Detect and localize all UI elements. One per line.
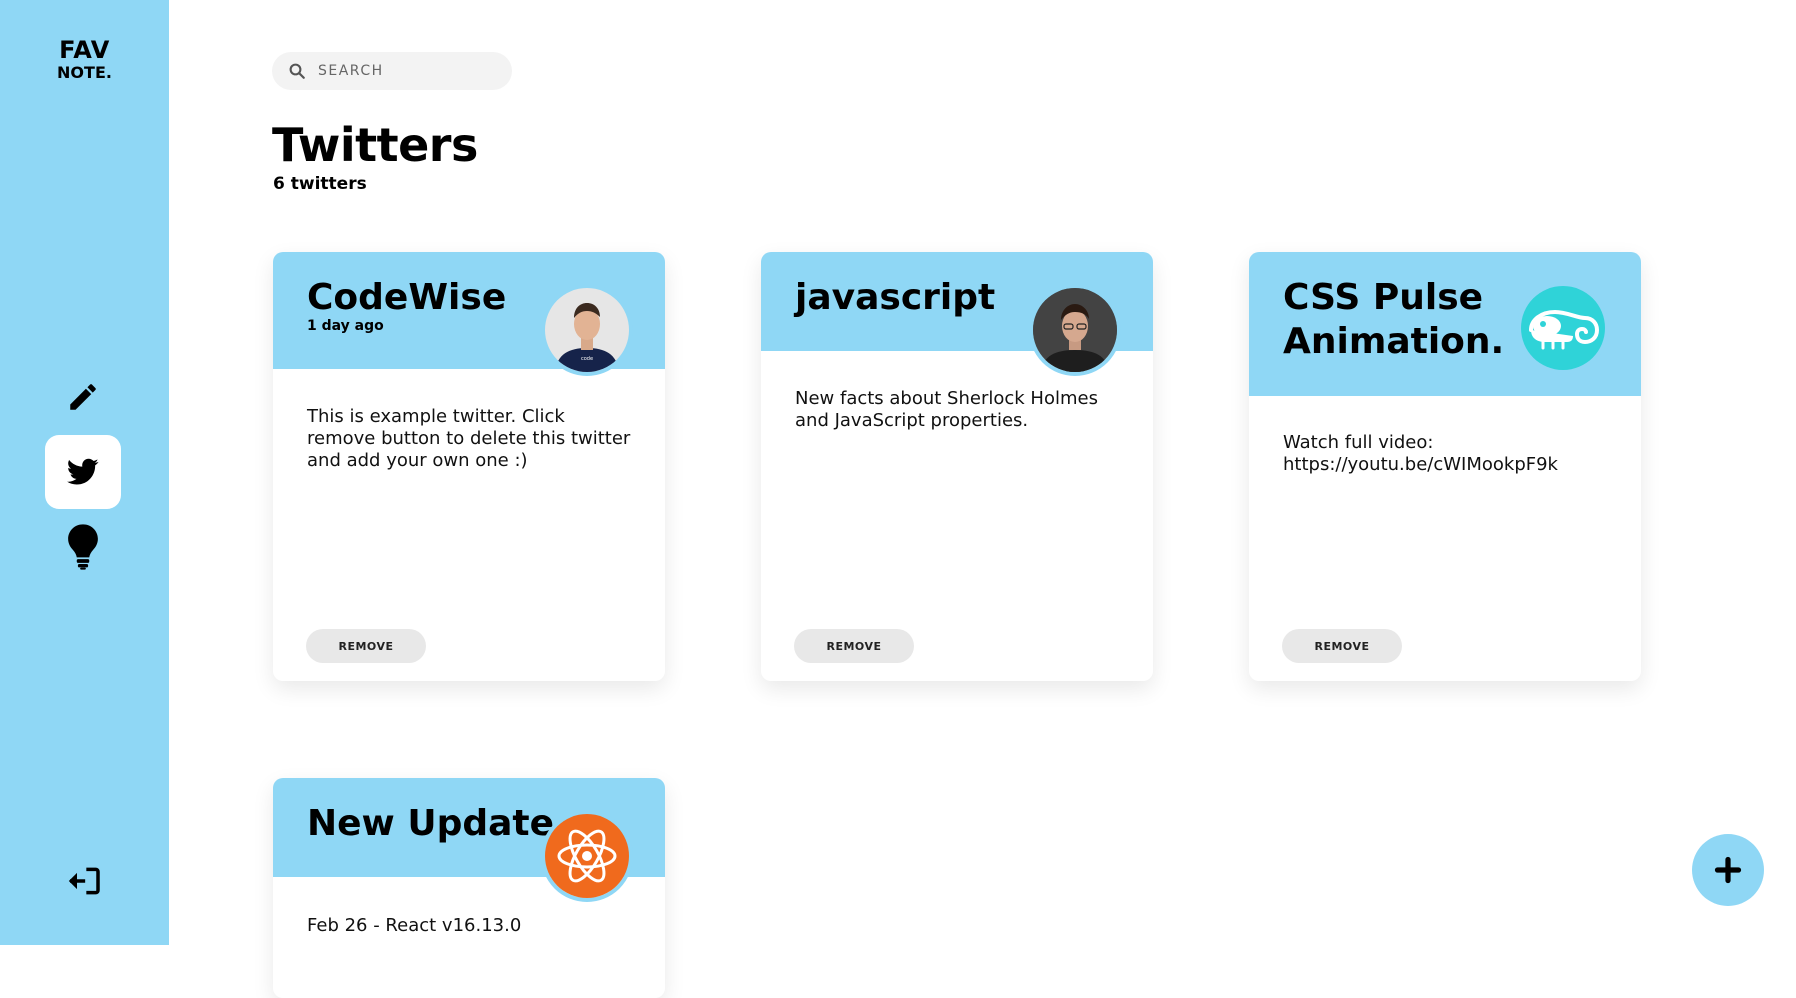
remove-button[interactable]: REMOVE [306, 629, 426, 663]
card-header: CSS Pulse Animation. [1249, 252, 1641, 396]
card-header: javascript [761, 252, 1153, 376]
card-title: New Update [307, 803, 555, 844]
logout-button[interactable] [64, 864, 104, 898]
remove-button[interactable]: REMOVE [1282, 629, 1402, 663]
lightbulb-icon [68, 524, 98, 570]
pen-icon [70, 384, 96, 410]
card-title: CSS Pulse Animation. [1283, 277, 1505, 362]
chameleon-logo-icon [1521, 286, 1605, 370]
card-title: javascript [795, 277, 996, 318]
logo-line-2: NOTE. [57, 63, 112, 82]
person-avatar-image: code [545, 288, 629, 372]
remove-button[interactable]: REMOVE [794, 629, 914, 663]
card-title: CodeWise [307, 277, 507, 318]
page-title: Twitters [272, 118, 478, 172]
card-content: Watch full video: https://youtu.be/cWIMo… [1249, 396, 1641, 476]
card-content: This is example twitter. Click remove bu… [307, 406, 631, 471]
app-logo[interactable]: FAV NOTE. [0, 38, 169, 81]
card-header: CodeWise 1 day ago code [273, 252, 665, 376]
plus-icon [1714, 856, 1742, 884]
avatar[interactable] [541, 810, 633, 902]
add-button[interactable] [1692, 834, 1764, 906]
twitter-icon [67, 458, 99, 485]
twitter-card: CodeWise 1 day ago code This is example … [273, 252, 665, 681]
card-content-line: Watch full video: [1283, 432, 1434, 453]
twitter-card: New Update Feb 26 - React v16.13.0 [273, 778, 665, 998]
card-content-link[interactable]: https://youtu.be/cWIMookpF9k [1283, 454, 1607, 476]
search-icon [289, 63, 305, 79]
avatar[interactable] [1029, 284, 1121, 376]
sidebar-item-notes[interactable] [45, 360, 121, 434]
sidebar-item-articles[interactable] [45, 510, 121, 584]
svg-text:code: code [581, 356, 593, 362]
react-logo-icon [545, 814, 629, 898]
sidebar: FAV NOTE. [0, 0, 169, 945]
person-avatar-image [1033, 288, 1117, 372]
avatar[interactable]: code [541, 284, 633, 376]
page-count: 6 twitters [273, 174, 367, 194]
logout-icon [68, 867, 100, 895]
twitter-card: CSS Pulse Animation. Watch full video: h… [1249, 252, 1641, 681]
sidebar-item-twitters[interactable] [45, 435, 121, 509]
search-input[interactable] [316, 62, 500, 80]
card-header: New Update [273, 778, 665, 902]
search-bar [272, 52, 512, 90]
logo-line-1: FAV [59, 36, 110, 64]
avatar[interactable] [1517, 282, 1609, 374]
twitter-card: javascript New facts about Sherlock Holm… [761, 252, 1153, 681]
